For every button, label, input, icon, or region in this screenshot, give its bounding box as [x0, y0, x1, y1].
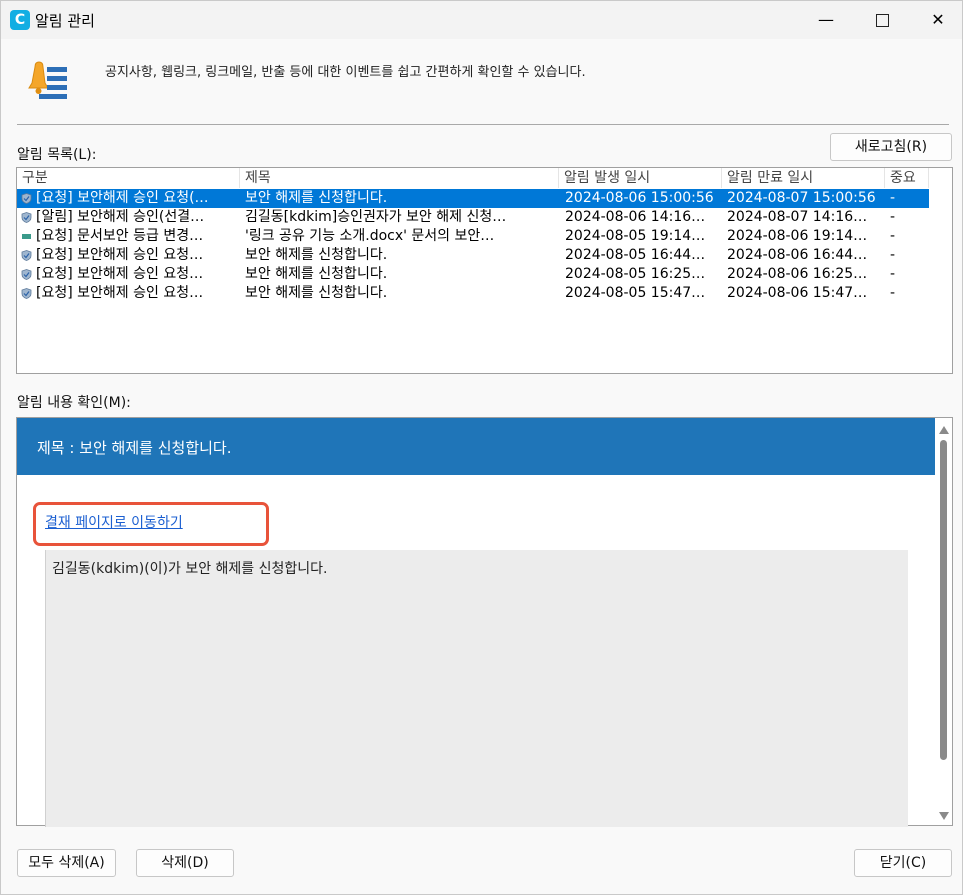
- detail-scrollbar[interactable]: [935, 418, 952, 825]
- row-cell-important: -: [890, 285, 896, 301]
- table-row[interactable]: [알림] 보안해제 승인(선결… 김길동[kdkim]승인권자가 보안 해제 신청…: [17, 208, 929, 227]
- scroll-up-arrow-icon[interactable]: [939, 426, 949, 434]
- row-cell-title: '링크 공유 기능 소개.docx' 문서의 보안…: [245, 228, 495, 244]
- alert-list[interactable]: 구분 제목 알림 발생 일시 알림 만료 일시 중요 [요청] 보안해제 승인 …: [16, 167, 953, 374]
- row-cell-start: 2024-08-05 15:47…: [565, 285, 706, 301]
- row-cell-type: [요청] 보안해제 승인 요청…: [36, 285, 204, 301]
- column-header-title[interactable]: 제목: [240, 168, 559, 188]
- row-cell-end: 2024-08-06 16:44…: [727, 247, 868, 263]
- approval-page-link[interactable]: 결재 페이지로 이동하기: [45, 512, 183, 532]
- close-button[interactable]: 닫기(C): [854, 849, 952, 877]
- refresh-button[interactable]: 새로고침(R): [830, 133, 952, 161]
- alert-detail-panel: 제목 : 보안 해제를 신청합니다. 결재 페이지로 이동하기 김길동(kdki…: [16, 417, 953, 827]
- window-title: 알림 관리: [35, 12, 95, 30]
- row-cell-type: [알림] 보안해제 승인(선결…: [36, 209, 205, 225]
- maximize-button[interactable]: [854, 1, 910, 39]
- scroll-thumb[interactable]: [940, 440, 947, 760]
- row-cell-start: 2024-08-06 14:16…: [565, 209, 706, 225]
- column-header-start-time[interactable]: 알림 발생 일시: [559, 168, 722, 188]
- table-row[interactable]: [요청] 문서보안 등급 변경… '링크 공유 기능 소개.docx' 문서의 보…: [17, 227, 929, 246]
- close-window-button[interactable]: ✕: [910, 1, 963, 39]
- row-cell-start: 2024-08-05 16:44…: [565, 247, 706, 263]
- document-icon: [22, 234, 31, 239]
- table-row[interactable]: [요청] 보안해제 승인 요청… 보안 해제를 신청합니다. 2024-08-05 …: [17, 284, 929, 303]
- row-cell-title: 보안 해제를 신청합니다.: [245, 285, 388, 301]
- detail-title: 제목 : 보안 해제를 신청합니다.: [37, 439, 232, 457]
- row-cell-title: 김길동[kdkim]승인권자가 보안 해제 신청…: [245, 209, 507, 225]
- alert-management-window: C 알림 관리 — ✕ 공지사항, 웹링크, 링크메일, 반출 등에 대한 이벤…: [0, 0, 963, 895]
- title-bar[interactable]: C 알림 관리 — ✕: [1, 1, 962, 39]
- header-divider: [17, 124, 949, 125]
- row-cell-important: -: [890, 247, 896, 263]
- delete-all-button[interactable]: 모두 삭제(A): [17, 849, 116, 877]
- detail-content-area: 김길동(kdkim)(이)가 보안 해제를 신청합니다.: [45, 550, 908, 827]
- shield-icon: [21, 250, 32, 261]
- shield-icon: [21, 269, 32, 280]
- table-row[interactable]: [요청] 보안해제 승인 요청… 보안 해제를 신청합니다. 2024-08-05 …: [17, 265, 929, 284]
- row-cell-important: -: [890, 266, 896, 282]
- alert-list-label: 알림 목록(L):: [17, 147, 97, 163]
- row-cell-important: -: [890, 190, 896, 206]
- header-description: 공지사항, 웹링크, 링크메일, 반출 등에 대한 이벤트를 쉽고 간편하게 확…: [105, 65, 586, 80]
- shield-icon: [21, 288, 32, 299]
- column-header-end-time[interactable]: 알림 만료 일시: [722, 168, 885, 188]
- table-row[interactable]: [요청] 보안해제 승인 요청… 보안 해제를 신청합니다. 2024-08-05 …: [17, 246, 929, 265]
- shield-icon: [21, 193, 32, 204]
- row-cell-end: 2024-08-06 15:47…: [727, 285, 868, 301]
- row-cell-type: [요청] 보안해제 승인 요청…: [36, 247, 204, 263]
- row-cell-important: -: [890, 228, 896, 244]
- row-cell-end: 2024-08-06 16:25…: [727, 266, 868, 282]
- row-cell-start: 2024-08-06 15:00:56: [565, 190, 714, 206]
- bell-notification-icon: [28, 61, 67, 99]
- row-cell-type: [요청] 보안해제 승인 요청(…: [36, 190, 209, 206]
- table-row[interactable]: [요청] 보안해제 승인 요청(… 보안 해제를 신청합니다. 2024-08-06…: [17, 189, 929, 208]
- maximize-icon: [875, 14, 889, 27]
- row-cell-type: [요청] 문서보안 등급 변경…: [36, 228, 204, 244]
- delete-button[interactable]: 삭제(D): [136, 849, 234, 877]
- row-cell-start: 2024-08-05 19:14…: [565, 228, 706, 244]
- shield-icon: [21, 212, 32, 223]
- row-cell-start: 2024-08-05 16:25…: [565, 266, 706, 282]
- minimize-button[interactable]: —: [798, 1, 854, 39]
- row-cell-type: [요청] 보안해제 승인 요청…: [36, 266, 204, 282]
- scroll-down-arrow-icon[interactable]: [939, 812, 949, 820]
- row-cell-title: 보안 해제를 신청합니다.: [245, 190, 388, 206]
- row-cell-important: -: [890, 209, 896, 225]
- column-header-type[interactable]: 구분: [17, 168, 240, 188]
- column-header-important[interactable]: 중요: [885, 168, 929, 188]
- row-cell-end: 2024-08-07 15:00:56: [727, 190, 876, 206]
- detail-body-text: 김길동(kdkim)(이)가 보안 해제를 신청합니다.: [52, 561, 328, 577]
- app-logo-icon: C: [10, 10, 30, 30]
- alert-detail-label: 알림 내용 확인(M):: [17, 395, 131, 411]
- row-cell-end: 2024-08-06 19:14…: [727, 228, 868, 244]
- row-cell-title: 보안 해제를 신청합니다.: [245, 266, 388, 282]
- row-cell-title: 보안 해제를 신청합니다.: [245, 247, 388, 263]
- detail-title-banner: 제목 : 보안 해제를 신청합니다.: [17, 418, 935, 475]
- row-cell-end: 2024-08-07 14:16…: [727, 209, 868, 225]
